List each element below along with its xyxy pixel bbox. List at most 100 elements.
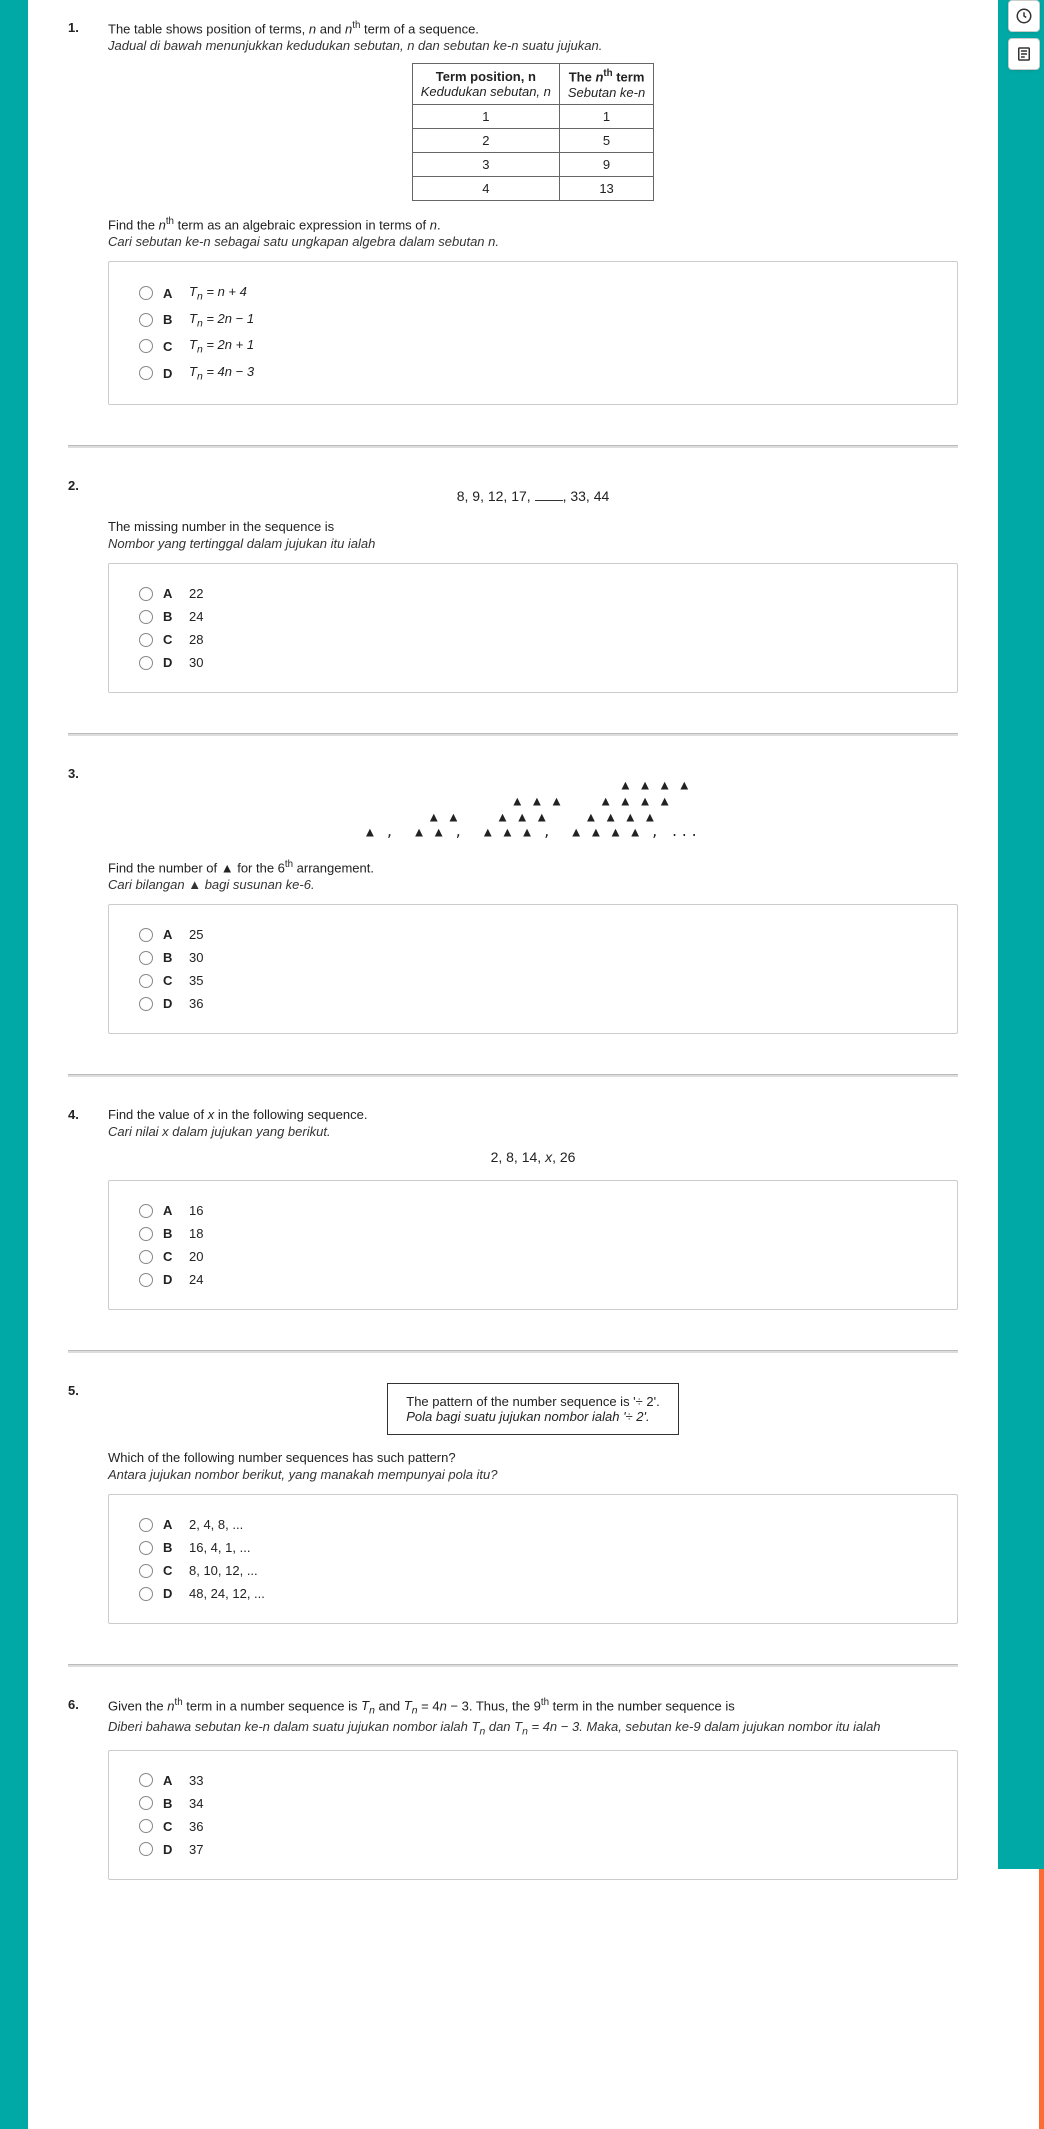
option-b[interactable]: BTn = 2n − 1: [139, 307, 927, 334]
question-3: 3. ▲ ▲ ▲ ▲ ▲ ▲ ▲ ▲ ▲ ▲ ▲ ▲ ▲ ▲ ▲ ▲ ▲ ▲ ▲…: [28, 756, 998, 1054]
option-c[interactable]: C36: [139, 1815, 927, 1838]
question-text-en: The missing number in the sequence is: [108, 519, 958, 534]
table-row: 11: [412, 104, 653, 128]
radio-icon[interactable]: [139, 951, 153, 965]
radio-icon[interactable]: [139, 1541, 153, 1555]
find-text-en: Find the nth term as an algebraic expres…: [108, 216, 958, 232]
question-text-en: Given the nth term in a number sequence …: [108, 1697, 958, 1717]
find-text-en: Find the number of ▲ for the 6th arrange…: [108, 859, 958, 875]
option-c[interactable]: CTn = 2n + 1: [139, 333, 927, 360]
option-c[interactable]: C28: [139, 628, 927, 651]
clock-icon[interactable]: [1008, 0, 1040, 32]
options-box: ATn = n + 4 BTn = 2n − 1 CTn = 2n + 1 DT…: [108, 261, 958, 405]
question-number: 5.: [68, 1383, 88, 1624]
option-b[interactable]: B16, 4, 1, ...: [139, 1536, 927, 1559]
radio-icon[interactable]: [139, 286, 153, 300]
question-2: 2. 8, 9, 12, 17, , 33, 44 The missing nu…: [28, 468, 998, 713]
options-box: A33 B34 C36 D37: [108, 1750, 958, 1880]
question-text-ms: Jadual di bawah menunjukkan kedudukan se…: [108, 38, 958, 53]
question-text-en: Which of the following number sequences …: [108, 1450, 958, 1465]
sequence-text: 2, 8, 14, x, 26: [108, 1149, 958, 1165]
option-a[interactable]: ATn = n + 4: [139, 280, 927, 307]
option-d[interactable]: D37: [139, 1838, 927, 1861]
question-number: 3.: [68, 766, 88, 1034]
radio-icon[interactable]: [139, 656, 153, 670]
table-header-term: The nth term Sebutan ke-n: [559, 64, 653, 104]
radio-icon[interactable]: [139, 1250, 153, 1264]
radio-icon[interactable]: [139, 339, 153, 353]
radio-icon[interactable]: [139, 1227, 153, 1241]
question-number: 6.: [68, 1697, 88, 1880]
note-icon[interactable]: [1008, 38, 1040, 70]
table-row: 39: [412, 152, 653, 176]
option-d[interactable]: DTn = 4n − 3: [139, 360, 927, 387]
radio-icon[interactable]: [139, 633, 153, 647]
question-text-en: The table shows position of terms, n and…: [108, 20, 958, 36]
option-b[interactable]: B18: [139, 1222, 927, 1245]
divider: [68, 445, 958, 448]
options-box: A25 B30 C35 D36: [108, 904, 958, 1034]
question-6: 6. Given the nth term in a number sequen…: [28, 1687, 998, 1900]
radio-icon[interactable]: [139, 610, 153, 624]
right-sidebar: [998, 0, 1044, 1869]
question-5: 5. The pattern of the number sequence is…: [28, 1373, 998, 1644]
radio-icon[interactable]: [139, 366, 153, 380]
question-number: 1.: [68, 20, 88, 405]
options-box: A16 B18 C20 D24: [108, 1180, 958, 1310]
option-c[interactable]: C20: [139, 1245, 927, 1268]
radio-icon[interactable]: [139, 1204, 153, 1218]
radio-icon[interactable]: [139, 1773, 153, 1787]
find-text-ms: Cari bilangan ▲ bagi susunan ke-6.: [108, 877, 958, 892]
sequence-text: 8, 9, 12, 17, , 33, 44: [108, 488, 958, 504]
divider: [68, 733, 958, 736]
radio-icon[interactable]: [139, 1819, 153, 1833]
radio-icon[interactable]: [139, 1273, 153, 1287]
question-text-en: Find the value of x in the following seq…: [108, 1107, 958, 1122]
option-d[interactable]: D48, 24, 12, ...: [139, 1582, 927, 1605]
divider: [68, 1350, 958, 1353]
option-b[interactable]: B34: [139, 1792, 927, 1815]
option-a[interactable]: A25: [139, 923, 927, 946]
radio-icon[interactable]: [139, 1796, 153, 1810]
radio-icon[interactable]: [139, 1518, 153, 1532]
option-b[interactable]: B24: [139, 605, 927, 628]
question-text-ms: Diberi bahawa sebutan ke-n dalam suatu j…: [108, 1719, 958, 1738]
option-d[interactable]: D24: [139, 1268, 927, 1291]
option-c[interactable]: C8, 10, 12, ...: [139, 1559, 927, 1582]
option-d[interactable]: D30: [139, 651, 927, 674]
triangle-diagram: ▲ ▲ ▲ ▲ ▲ ▲ ▲ ▲ ▲ ▲ ▲ ▲ ▲ ▲ ▲ ▲ ▲ ▲ ▲ ▲ …: [108, 778, 958, 840]
options-box: A2, 4, 8, ... B16, 4, 1, ... C8, 10, 12,…: [108, 1494, 958, 1624]
sequence-table: Term position, n Kedudukan sebutan, n Th…: [412, 63, 654, 200]
radio-icon[interactable]: [139, 928, 153, 942]
question-1: 1. The table shows position of terms, n …: [28, 10, 998, 425]
option-b[interactable]: B30: [139, 946, 927, 969]
main-content: 1. The table shows position of terms, n …: [28, 0, 998, 2129]
divider: [68, 1074, 958, 1077]
radio-icon[interactable]: [139, 313, 153, 327]
table-row: 413: [412, 176, 653, 200]
radio-icon[interactable]: [139, 1564, 153, 1578]
option-a[interactable]: A2, 4, 8, ...: [139, 1513, 927, 1536]
radio-icon[interactable]: [139, 587, 153, 601]
option-d[interactable]: D36: [139, 992, 927, 1015]
orange-accent: [1039, 1869, 1044, 2129]
question-text-ms: Cari nilai x dalam jujukan yang berikut.: [108, 1124, 958, 1139]
pattern-box: The pattern of the number sequence is '÷…: [387, 1383, 678, 1435]
question-number: 2.: [68, 478, 88, 693]
option-a[interactable]: A33: [139, 1769, 927, 1792]
radio-icon[interactable]: [139, 1587, 153, 1601]
radio-icon[interactable]: [139, 974, 153, 988]
option-c[interactable]: C35: [139, 969, 927, 992]
options-box: A22 B24 C28 D30: [108, 563, 958, 693]
option-a[interactable]: A16: [139, 1199, 927, 1222]
question-4: 4. Find the value of x in the following …: [28, 1097, 998, 1330]
radio-icon[interactable]: [139, 997, 153, 1011]
table-row: 25: [412, 128, 653, 152]
find-text-ms: Cari sebutan ke-n sebagai satu ungkapan …: [108, 234, 958, 249]
question-number: 4.: [68, 1107, 88, 1310]
option-a[interactable]: A22: [139, 582, 927, 605]
question-text-ms: Nombor yang tertinggal dalam jujukan itu…: [108, 536, 958, 551]
left-sidebar: [0, 0, 28, 2129]
radio-icon[interactable]: [139, 1842, 153, 1856]
table-header-position: Term position, n Kedudukan sebutan, n: [412, 64, 559, 104]
